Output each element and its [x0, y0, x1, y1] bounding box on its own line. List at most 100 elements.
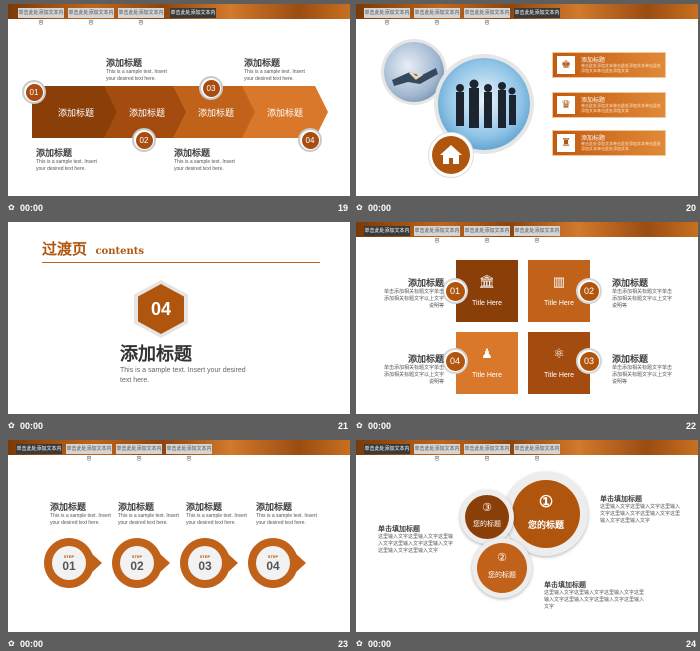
slide-21[interactable]: 过渡页 contents 04 添加标题 This is a sample te… [8, 222, 350, 414]
arrow-right-icon [90, 552, 102, 574]
quad-box-title: Title Here [543, 372, 575, 379]
process-step-label: 添加标题 [266, 107, 303, 118]
slide-time: 00:00 [20, 639, 44, 649]
header-tab-3[interactable]: 单击此处添加文本内容 [116, 444, 162, 462]
header-tab-3[interactable]: 单击此处添加文本内容 [118, 8, 164, 26]
quad-marker-2: 02 [578, 280, 600, 302]
header-tab-4[interactable]: 单击此处添加文本内容 [514, 444, 560, 462]
arrow-right-icon [226, 552, 238, 574]
side-text-title: 单击填加标题 [600, 496, 642, 503]
step-caption-text: This is a sample text. Insert your desir… [186, 513, 247, 526]
header-tab-1[interactable]: 单击此处添加文本内容 [364, 8, 410, 26]
quad-box-title: Title Here [471, 300, 503, 307]
side-text-title: 单击填加标题 [378, 526, 420, 533]
slide-20[interactable]: 单击此处添加文本内容 单击此处添加文本内容 单击此处添加文本内容 单击此处添加文… [356, 4, 698, 196]
caption-title: 添加标题 [36, 148, 73, 158]
side-text-title: 单击填加标题 [544, 582, 586, 589]
caption-top-1: 添加标题 This is a sample text. Insert your … [106, 56, 176, 83]
header-tab-3[interactable]: 单击此处添加文本内容 [464, 226, 510, 244]
step-marker-2: 02 [134, 130, 154, 150]
step-marker-4: 04 [300, 130, 320, 150]
step-circle-2[interactable]: STEP 02 [112, 538, 170, 588]
step-caption-2: 添加标题 This is a sample text. Insert your … [118, 500, 180, 527]
side-caption-text: 单击添加相关标题文字单击添加相关标题文字以上文字说明等 [612, 365, 673, 385]
main-circle-label: 您的标题 [527, 520, 564, 530]
info-box-2[interactable]: ♛ 添加标题 单击此处添加文本单击此处添加文本单击此处添加文本单击此处添加文本 [552, 92, 666, 118]
clock-icon: ✿ [356, 203, 363, 212]
section-heading-en: contents [95, 246, 144, 257]
step-circle-3[interactable]: STEP 03 [180, 538, 238, 588]
header-tab-2[interactable]: 单击此处添加文本内容 [414, 226, 460, 244]
slide-time: 00:00 [20, 421, 44, 431]
side-caption-right-top: 添加标题 单击添加相关标题文字单击添加相关标题文字以上文字说明等 [612, 276, 672, 310]
home-icon-circle[interactable] [432, 136, 470, 174]
caption-title: 添加标题 [244, 58, 281, 68]
side-text-body: 这里输入文字这里输入文字这里输入文字这里输入文字这里输入文字这里输入文字这里输入… [600, 504, 681, 524]
side-text-right-bottom: 单击填加标题 这里输入文字这里输入文字这里输入文字这里输入文字这里输入文字这里输… [544, 580, 644, 611]
slide-22[interactable]: 单击此处添加文本内容 单击此处添加文本内容 单击此处添加文本内容 单击此处添加文… [356, 222, 698, 414]
heading-underline [42, 262, 320, 263]
slide-number: 24 [685, 639, 696, 649]
caption-title: 添加标题 [174, 148, 211, 158]
slide-status-bar: ✿ 00:00 21 [8, 419, 350, 433]
small-circle-label: 您的标题 [473, 521, 501, 528]
step-caption-3: 添加标题 This is a sample text. Insert your … [186, 500, 248, 527]
quad-box-title: Title Here [543, 300, 575, 307]
header-tab-1[interactable]: 单击此处添加文本内容 [16, 444, 62, 462]
step-caption-text: This is a sample text. Insert your desir… [50, 513, 111, 526]
slide-time: 00:00 [368, 203, 392, 213]
step-circle-1[interactable]: STEP 01 [44, 538, 102, 588]
slide-24[interactable]: 单击此处添加文本内容 单击此处添加文本内容 单击此处添加文本内容 单击此处添加文… [356, 440, 698, 632]
header-tab-4[interactable]: 单击此处添加文本内容 [514, 8, 560, 26]
small-circle-3[interactable]: ③ 您的标题 [460, 490, 514, 544]
header-tab-1[interactable]: 单击此处添加文本内容 [18, 8, 64, 26]
slide-header-bar: 单击此处添加文本内容 单击此处添加文本内容 单击此处添加文本内容 单击此处添加文… [356, 222, 698, 244]
header-tab-4[interactable]: 单击此处添加文本内容 [170, 8, 216, 26]
slide-number: 23 [337, 639, 348, 649]
person-icon: ♛ [557, 96, 575, 114]
info-box-1[interactable]: ♚ 添加标题 单击此处添加文本单击此处添加文本单击此处添加文本单击此处添加文本 [552, 52, 666, 78]
step-caption-title: 添加标题 [256, 502, 293, 512]
side-caption-text: 单击添加相关标题文字单击添加相关标题文字以上文字说明等 [612, 289, 673, 309]
header-tab-2[interactable]: 单击此处添加文本内容 [414, 8, 460, 26]
caption-bottom-2: 添加标题 This is a sample text. Insert your … [174, 146, 244, 173]
step-caption-title: 添加标题 [50, 502, 87, 512]
header-tab-2[interactable]: 单击此处添加文本内容 [68, 8, 114, 26]
step-caption-text: This is a sample text. Insert your desir… [118, 513, 179, 526]
slide-19[interactable]: 单击此处添加文本内容 单击此处添加文本内容 单击此处添加文本内容 单击此处添加文… [8, 4, 350, 196]
step-caption-text: This is a sample text. Insert your desir… [256, 513, 317, 526]
header-tab-4[interactable]: 单击此处添加文本内容 [514, 226, 560, 244]
process-step-label: 添加标题 [128, 107, 165, 118]
side-caption-text: 单击添加相关标题文字单击添加相关标题文字以上文字说明等 [384, 289, 445, 309]
info-box-3[interactable]: ♜ 添加标题 单击此处添加文本单击此处添加文本单击此处添加文本单击此处添加文本 [552, 130, 666, 156]
side-text-body: 这里输入文字这里输入文字这里输入文字这里输入文字这里输入文字这里输入文字这里输入… [544, 590, 645, 610]
header-tab-3[interactable]: 单击此处添加文本内容 [464, 444, 510, 462]
header-tab-2[interactable]: 单击此处添加文本内容 [66, 444, 112, 462]
step-caption-4: 添加标题 This is a sample text. Insert your … [256, 500, 318, 527]
header-tab-3[interactable]: 单击此处添加文本内容 [464, 8, 510, 26]
slide-number: 21 [337, 421, 348, 431]
quad-marker-4: 04 [444, 350, 466, 372]
slide-number: 20 [685, 203, 696, 213]
team-icon: ♚ [557, 56, 575, 74]
header-tab-1[interactable]: 单击此处添加文本内容 [364, 226, 410, 244]
quad-box-title: Title Here [471, 372, 503, 379]
step-circle-4[interactable]: STEP 04 [248, 538, 306, 588]
process-step-label: 添加标题 [197, 107, 234, 118]
header-tab-4[interactable]: 单击此处添加文本内容 [166, 444, 212, 462]
step-marker-1: 01 [24, 82, 44, 102]
slide-23[interactable]: 单击此处添加文本内容 单击此处添加文本内容 单击此处添加文本内容 单击此处添加文… [8, 440, 350, 632]
clock-icon: ✿ [8, 203, 15, 212]
handshake-photo [384, 42, 444, 102]
step-caption-title: 添加标题 [118, 502, 155, 512]
side-caption-left-top: 添加标题 单击添加相关标题文字单击添加相关标题文字以上文字说明等 [384, 276, 444, 310]
small-circle-2[interactable]: ② 您的标题 [472, 538, 532, 598]
caption-text: This is a sample text. Insert your desir… [244, 69, 305, 82]
info-box-text: 单击此处添加文本单击此处添加文本单击此处添加文本单击此处添加文本 [581, 141, 661, 151]
process-step-label: 添加标题 [57, 107, 94, 118]
header-tab-1[interactable]: 单击此处添加文本内容 [364, 444, 410, 462]
slide-time: 00:00 [20, 203, 44, 213]
header-tab-2[interactable]: 单击此处添加文本内容 [414, 444, 460, 462]
side-text-right-top: 单击填加标题 这里输入文字这里输入文字这里输入文字这里输入文字这里输入文字这里输… [600, 494, 682, 525]
handshake-icon [392, 68, 438, 86]
